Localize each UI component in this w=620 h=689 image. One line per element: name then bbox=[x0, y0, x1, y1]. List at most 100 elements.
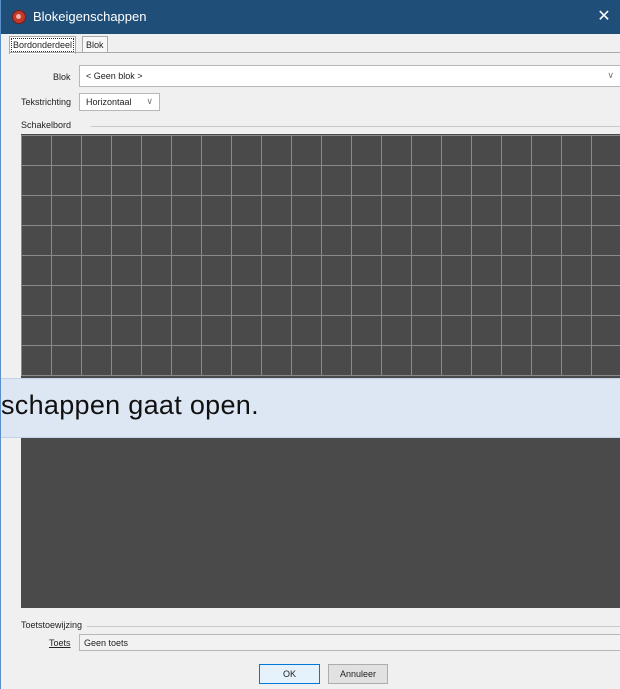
board-cell[interactable] bbox=[171, 165, 202, 196]
board-cell[interactable] bbox=[21, 285, 52, 316]
board-cell[interactable] bbox=[591, 225, 620, 256]
board-cell[interactable] bbox=[291, 195, 322, 226]
board-cell[interactable] bbox=[111, 135, 142, 166]
board-cell[interactable] bbox=[141, 195, 172, 226]
board-cell[interactable] bbox=[591, 255, 620, 286]
board-cell[interactable] bbox=[321, 135, 352, 166]
board-cell[interactable] bbox=[21, 315, 52, 346]
board-cell[interactable] bbox=[201, 165, 232, 196]
board-cell[interactable] bbox=[231, 315, 262, 346]
board-cell[interactable] bbox=[561, 195, 592, 226]
board-cell[interactable] bbox=[441, 285, 472, 316]
board-cell[interactable] bbox=[201, 285, 232, 316]
board-cell[interactable] bbox=[51, 345, 82, 376]
board-cell[interactable] bbox=[441, 315, 472, 346]
board-cell[interactable] bbox=[471, 165, 502, 196]
board-cell[interactable] bbox=[291, 135, 322, 166]
board-cell[interactable] bbox=[411, 195, 442, 226]
schakelbord-board[interactable] bbox=[21, 134, 620, 608]
board-cell[interactable] bbox=[81, 135, 112, 166]
board-cell[interactable] bbox=[141, 135, 172, 166]
board-cell[interactable] bbox=[171, 135, 202, 166]
board-cell[interactable] bbox=[471, 345, 502, 376]
board-cell[interactable] bbox=[561, 345, 592, 376]
board-cell[interactable] bbox=[261, 135, 292, 166]
board-cell[interactable] bbox=[381, 135, 412, 166]
board-cell[interactable] bbox=[411, 285, 442, 316]
board-cell[interactable] bbox=[531, 345, 562, 376]
board-cell[interactable] bbox=[561, 135, 592, 166]
board-cell[interactable] bbox=[351, 165, 382, 196]
board-cell[interactable] bbox=[471, 225, 502, 256]
board-cell[interactable] bbox=[231, 135, 262, 166]
board-cell[interactable] bbox=[51, 255, 82, 286]
board-cell[interactable] bbox=[171, 345, 202, 376]
board-cell[interactable] bbox=[321, 285, 352, 316]
board-cell[interactable] bbox=[381, 285, 412, 316]
board-cell[interactable] bbox=[351, 285, 382, 316]
board-cell[interactable] bbox=[381, 165, 412, 196]
board-cell[interactable] bbox=[21, 135, 52, 166]
board-cell[interactable] bbox=[201, 255, 232, 286]
board-cell[interactable] bbox=[291, 165, 322, 196]
board-cell[interactable] bbox=[471, 315, 502, 346]
board-cell[interactable] bbox=[231, 225, 262, 256]
board-cell[interactable] bbox=[411, 225, 442, 256]
board-cell[interactable] bbox=[501, 135, 532, 166]
board-cell[interactable] bbox=[321, 165, 352, 196]
tekstrichting-select[interactable]: Horizontaal ∨ bbox=[79, 93, 160, 111]
board-cell[interactable] bbox=[51, 195, 82, 226]
board-cell[interactable] bbox=[141, 345, 172, 376]
board-cell[interactable] bbox=[21, 345, 52, 376]
board-cell[interactable] bbox=[321, 225, 352, 256]
board-cell[interactable] bbox=[591, 135, 620, 166]
board-cell[interactable] bbox=[81, 255, 112, 286]
toets-field[interactable]: Geen toets bbox=[79, 634, 620, 651]
board-cell[interactable] bbox=[381, 345, 412, 376]
board-cell[interactable] bbox=[501, 255, 532, 286]
board-cell[interactable] bbox=[531, 195, 562, 226]
board-cell[interactable] bbox=[81, 285, 112, 316]
board-cell[interactable] bbox=[561, 225, 592, 256]
board-cell[interactable] bbox=[471, 285, 502, 316]
board-cell[interactable] bbox=[51, 165, 82, 196]
board-cell[interactable] bbox=[291, 315, 322, 346]
board-cell[interactable] bbox=[411, 135, 442, 166]
board-cell[interactable] bbox=[441, 255, 472, 286]
board-cell[interactable] bbox=[321, 345, 352, 376]
board-cell[interactable] bbox=[141, 315, 172, 346]
board-cell[interactable] bbox=[501, 345, 532, 376]
title-bar[interactable]: Blokeigenschappen ✕ bbox=[1, 0, 620, 34]
board-cell[interactable] bbox=[351, 195, 382, 226]
board-cell[interactable] bbox=[351, 345, 382, 376]
board-cell[interactable] bbox=[231, 345, 262, 376]
board-cell[interactable] bbox=[171, 195, 202, 226]
board-cell[interactable] bbox=[171, 285, 202, 316]
board-cell[interactable] bbox=[411, 345, 442, 376]
board-cell[interactable] bbox=[231, 285, 262, 316]
board-cell[interactable] bbox=[291, 225, 322, 256]
board-cell[interactable] bbox=[81, 225, 112, 256]
board-cell[interactable] bbox=[201, 135, 232, 166]
board-cell[interactable] bbox=[291, 285, 322, 316]
board-cell[interactable] bbox=[21, 225, 52, 256]
board-cell[interactable] bbox=[501, 165, 532, 196]
board-cell[interactable] bbox=[201, 225, 232, 256]
board-cell[interactable] bbox=[351, 255, 382, 286]
board-cell[interactable] bbox=[531, 285, 562, 316]
board-cell[interactable] bbox=[261, 285, 292, 316]
board-cell[interactable] bbox=[201, 195, 232, 226]
board-cell[interactable] bbox=[381, 255, 412, 286]
board-cell[interactable] bbox=[231, 255, 262, 286]
board-cell[interactable] bbox=[501, 225, 532, 256]
board-cell[interactable] bbox=[531, 135, 562, 166]
board-cell[interactable] bbox=[591, 345, 620, 376]
board-cell[interactable] bbox=[261, 255, 292, 286]
board-cell[interactable] bbox=[231, 195, 262, 226]
board-cell[interactable] bbox=[441, 345, 472, 376]
board-cell[interactable] bbox=[561, 255, 592, 286]
board-cell[interactable] bbox=[231, 165, 262, 196]
board-cell[interactable] bbox=[261, 165, 292, 196]
board-cell[interactable] bbox=[21, 195, 52, 226]
board-cell[interactable] bbox=[51, 135, 82, 166]
